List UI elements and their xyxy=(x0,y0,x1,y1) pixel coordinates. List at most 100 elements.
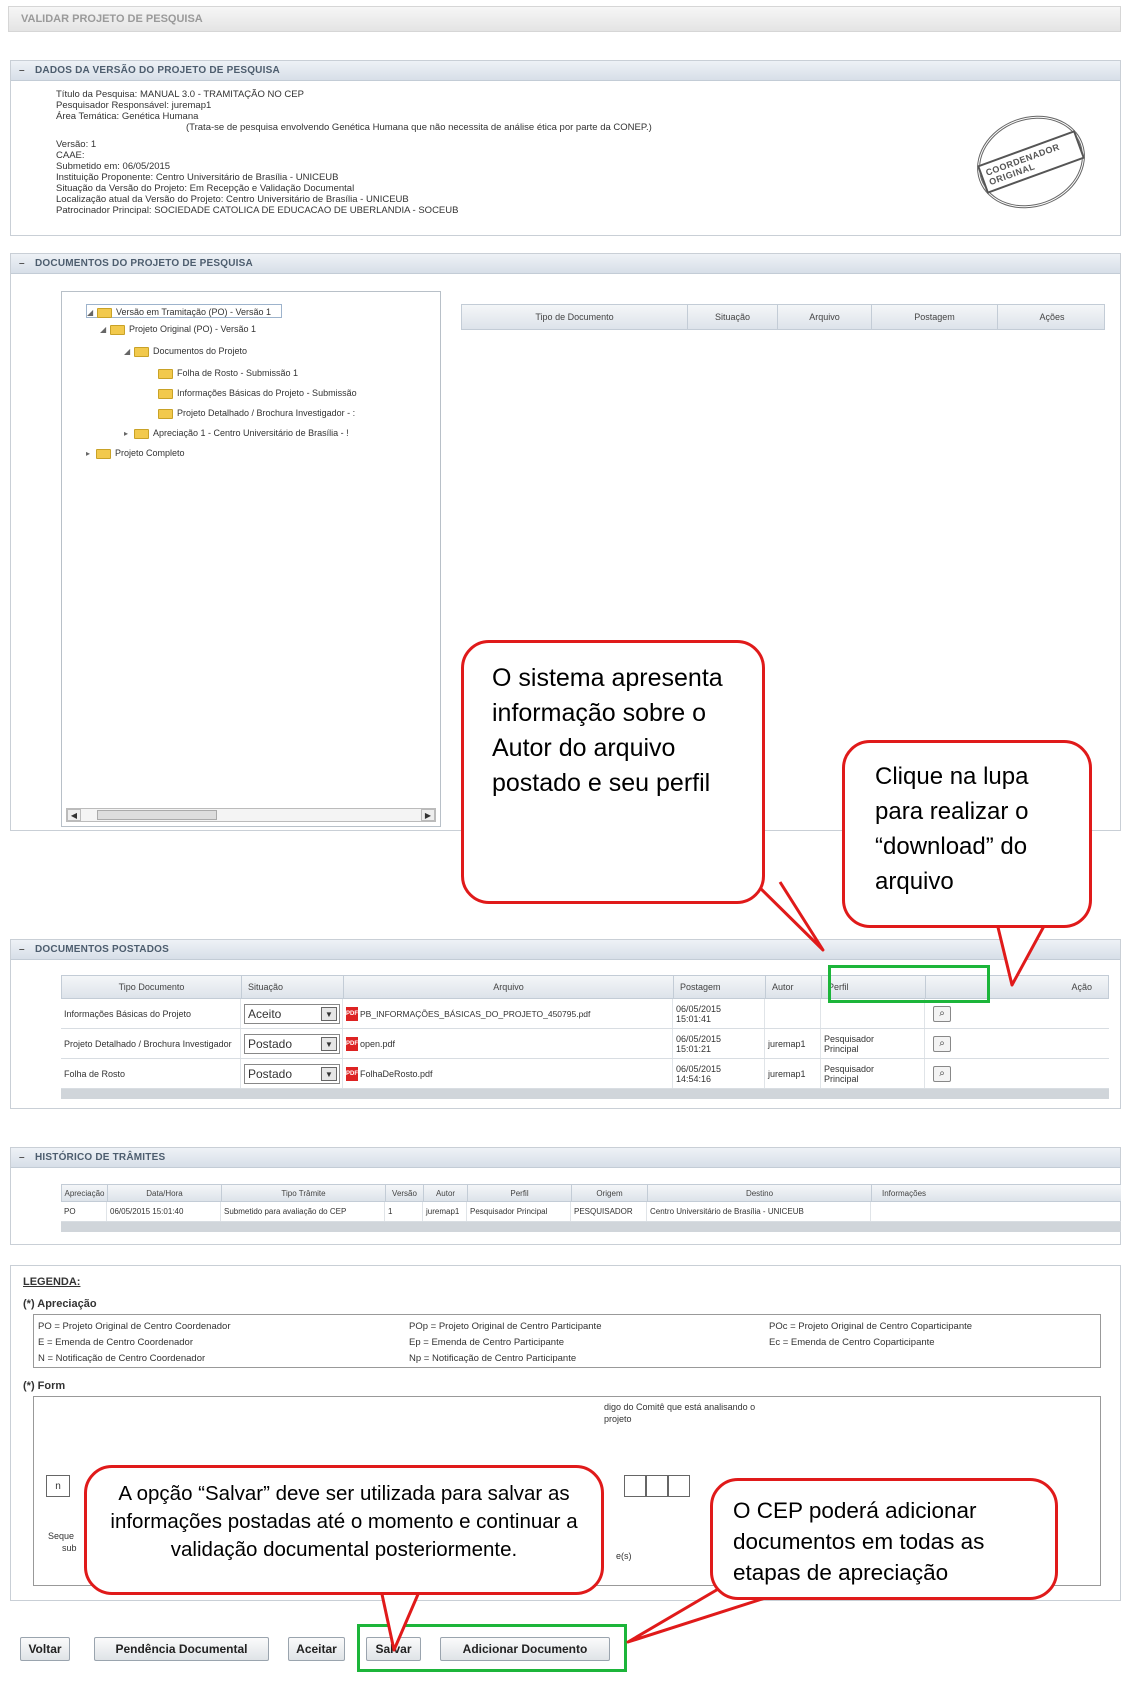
tree-node[interactable]: ▸ Projeto Completo xyxy=(86,446,185,460)
col-header[interactable]: Origem xyxy=(572,1185,648,1201)
hist-cell: juremap1 xyxy=(423,1202,467,1221)
table-footer xyxy=(61,1222,1121,1232)
folder-icon xyxy=(134,346,149,357)
col-header[interactable]: Postagem xyxy=(674,976,766,998)
tree-node[interactable]: ◢ Projeto Original (PO) - Versão 1 xyxy=(100,322,256,336)
voltar-button[interactable]: Voltar xyxy=(20,1637,70,1661)
col-header[interactable]: Arquivo xyxy=(344,976,674,998)
legend-item: POc = Projeto Original de Centro Coparti… xyxy=(769,1321,973,1332)
dropdown-arrow-icon[interactable]: ▼ xyxy=(321,1036,337,1051)
pdf-icon: PDF xyxy=(346,1066,358,1081)
legend-item: N = Notificação de Centro Coordenador xyxy=(38,1353,206,1364)
col-header[interactable]: Situação xyxy=(242,976,344,998)
scroll-left-icon[interactable]: ◀ xyxy=(67,809,81,821)
dropdown-arrow-icon[interactable]: ▼ xyxy=(321,1006,337,1021)
tree-node-label: Folha de Rosto - Submissão 1 xyxy=(177,368,299,378)
lupa-callout-text: Clique na lupa para realizar o “download… xyxy=(875,763,1029,895)
legend-item: PO = Projeto Original de Centro Coordena… xyxy=(38,1321,231,1332)
horizontal-scrollbar[interactable]: ◀ ▶ xyxy=(66,808,436,822)
tipo-cell: Folha de Rosto xyxy=(61,1059,241,1088)
autor-cell: juremap1 xyxy=(765,1029,821,1058)
situacao-select[interactable]: Aceito ▼ xyxy=(244,1003,340,1024)
collapse-icon[interactable]: – xyxy=(19,65,35,76)
scroll-thumb[interactable] xyxy=(97,810,217,820)
page-title: VALIDAR PROJETO DE PESQUISA xyxy=(8,6,1121,32)
historico-panel-header[interactable]: – HISTÓRICO DE TRÂMITES xyxy=(11,1148,1120,1168)
arquivo-link[interactable]: FolhaDeRosto.pdf xyxy=(360,1069,433,1079)
aceitar-button[interactable]: Aceitar xyxy=(288,1637,345,1661)
scroll-right-icon[interactable]: ▶ xyxy=(421,809,435,821)
info-line: Pesquisador Responsável: juremap1 xyxy=(56,100,212,111)
col-header[interactable]: Postagem xyxy=(872,305,998,329)
tree-node-label: Projeto Original (PO) - Versão 1 xyxy=(129,324,257,334)
col-header[interactable]: Perfil xyxy=(468,1185,572,1201)
col-header[interactable]: Destino xyxy=(648,1185,872,1201)
dropdown-arrow-icon[interactable]: ▼ xyxy=(321,1066,337,1081)
situacao-select[interactable]: Postado ▼ xyxy=(244,1063,340,1084)
code-box xyxy=(668,1475,690,1497)
magnifier-icon[interactable]: ⌕ xyxy=(933,1005,951,1022)
postagem-cell: 06/05/2015 14:54:16 xyxy=(673,1059,765,1088)
col-header[interactable]: Arquivo xyxy=(778,305,872,329)
col-header[interactable]: Autor xyxy=(766,976,822,998)
postagem-cell: 06/05/2015 15:01:21 xyxy=(673,1029,765,1058)
postagem-time: 14:54:16 xyxy=(676,1073,712,1084)
col-header[interactable]: Ações xyxy=(998,305,1106,329)
pendencia-documental-button[interactable]: Pendência Documental xyxy=(94,1637,269,1661)
arquivo-link[interactable]: open.pdf xyxy=(360,1039,395,1049)
col-header[interactable]: Tipo Documento xyxy=(62,976,242,998)
arquivo-cell[interactable]: PDF open.pdf xyxy=(343,1029,673,1058)
documentos-panel-header[interactable]: – DOCUMENTOS DO PROJETO DE PESQUISA xyxy=(11,254,1120,274)
formato-title: (*) Form xyxy=(23,1380,66,1392)
autor-cell: juremap1 xyxy=(765,1059,821,1088)
expand-icon[interactable]: ◢ xyxy=(100,323,110,337)
tail-label: e(s) xyxy=(616,1551,632,1561)
arquivo-cell[interactable]: PDF PB_INFORMAÇÕES_BÁSICAS_DO_PROJETO_450… xyxy=(343,999,673,1028)
magnifier-icon[interactable]: ⌕ xyxy=(933,1035,951,1052)
code-box: n xyxy=(46,1475,70,1497)
arquivo-cell[interactable]: PDF FolhaDeRosto.pdf xyxy=(343,1059,673,1088)
col-header[interactable]: Situação xyxy=(688,305,778,329)
document-list-header: Tipo de Documento Situação Arquivo Posta… xyxy=(461,304,1105,330)
col-header[interactable]: Autor xyxy=(424,1185,468,1201)
arquivo-link[interactable]: PB_INFORMAÇÕES_BÁSICAS_DO_PROJETO_450795… xyxy=(360,1009,590,1019)
postados-panel-header[interactable]: – DOCUMENTOS POSTADOS xyxy=(11,940,1120,960)
tree-node[interactable]: Projeto Detalhado / Brochura Investigado… xyxy=(158,406,355,420)
dados-panel-header[interactable]: – DADOS DA VERSÃO DO PROJETO DE PESQUISA xyxy=(11,61,1120,81)
table-row: Informações Básicas do Projeto Aceito ▼ P… xyxy=(61,999,1109,1029)
col-header[interactable]: Apreciação xyxy=(62,1185,108,1201)
tree-node[interactable]: Informações Básicas do Projeto - Submiss… xyxy=(158,386,357,400)
col-header[interactable]: Versão xyxy=(386,1185,424,1201)
legend-item: Ep = Emenda de Centro Participante xyxy=(409,1337,564,1348)
folder-icon xyxy=(97,307,112,318)
info-line: CAAE: xyxy=(56,150,85,161)
expand-icon[interactable]: ▸ xyxy=(86,447,96,461)
col-header[interactable]: Informações xyxy=(872,1185,1121,1201)
coordenador-stamp-icon: COORDENADOR ORIGINAL xyxy=(963,100,1099,224)
legend-item: Np = Notificação de Centro Participante xyxy=(409,1353,577,1364)
autor-callout: O sistema apresenta informação sobre o A… xyxy=(461,640,765,904)
collapse-icon[interactable]: – xyxy=(19,944,35,955)
tree-node[interactable]: ◢ Versão em Tramitação (PO) - Versão 1 xyxy=(86,304,283,320)
info-line: Situação da Versão do Projeto: Em Recepç… xyxy=(56,183,355,194)
folder-icon xyxy=(96,448,111,459)
tree-node[interactable]: Folha de Rosto - Submissão 1 xyxy=(158,366,298,380)
expand-icon[interactable]: ◢ xyxy=(87,306,97,320)
tree-node[interactable]: ◢ Documentos do Projeto xyxy=(124,344,247,358)
expand-icon[interactable]: ▸ xyxy=(124,427,134,441)
magnifier-icon[interactable]: ⌕ xyxy=(933,1065,951,1082)
situacao-select[interactable]: Postado ▼ xyxy=(244,1033,340,1054)
documentos-title: DOCUMENTOS DO PROJETO DE PESQUISA xyxy=(35,258,253,269)
col-header[interactable]: Data/Hora xyxy=(108,1185,222,1201)
situacao-value: Postado xyxy=(248,1036,293,1051)
tree-node[interactable]: ▸ Apreciação 1 - Centro Universitário de … xyxy=(124,426,349,440)
postagem-time: 15:01:41 xyxy=(676,1013,712,1024)
collapse-icon[interactable]: – xyxy=(19,258,35,269)
collapse-icon[interactable]: – xyxy=(19,1152,35,1163)
tipo-cell: Projeto Detalhado / Brochura Investigado… xyxy=(61,1029,241,1058)
info-line: Localização atual da Versão do Projeto: … xyxy=(56,194,409,205)
col-header[interactable]: Tipo Trâmite xyxy=(222,1185,386,1201)
expand-icon[interactable]: ◢ xyxy=(124,345,134,359)
info-line: Submetido em: 06/05/2015 xyxy=(56,161,171,172)
col-header[interactable]: Tipo de Documento xyxy=(462,305,688,329)
